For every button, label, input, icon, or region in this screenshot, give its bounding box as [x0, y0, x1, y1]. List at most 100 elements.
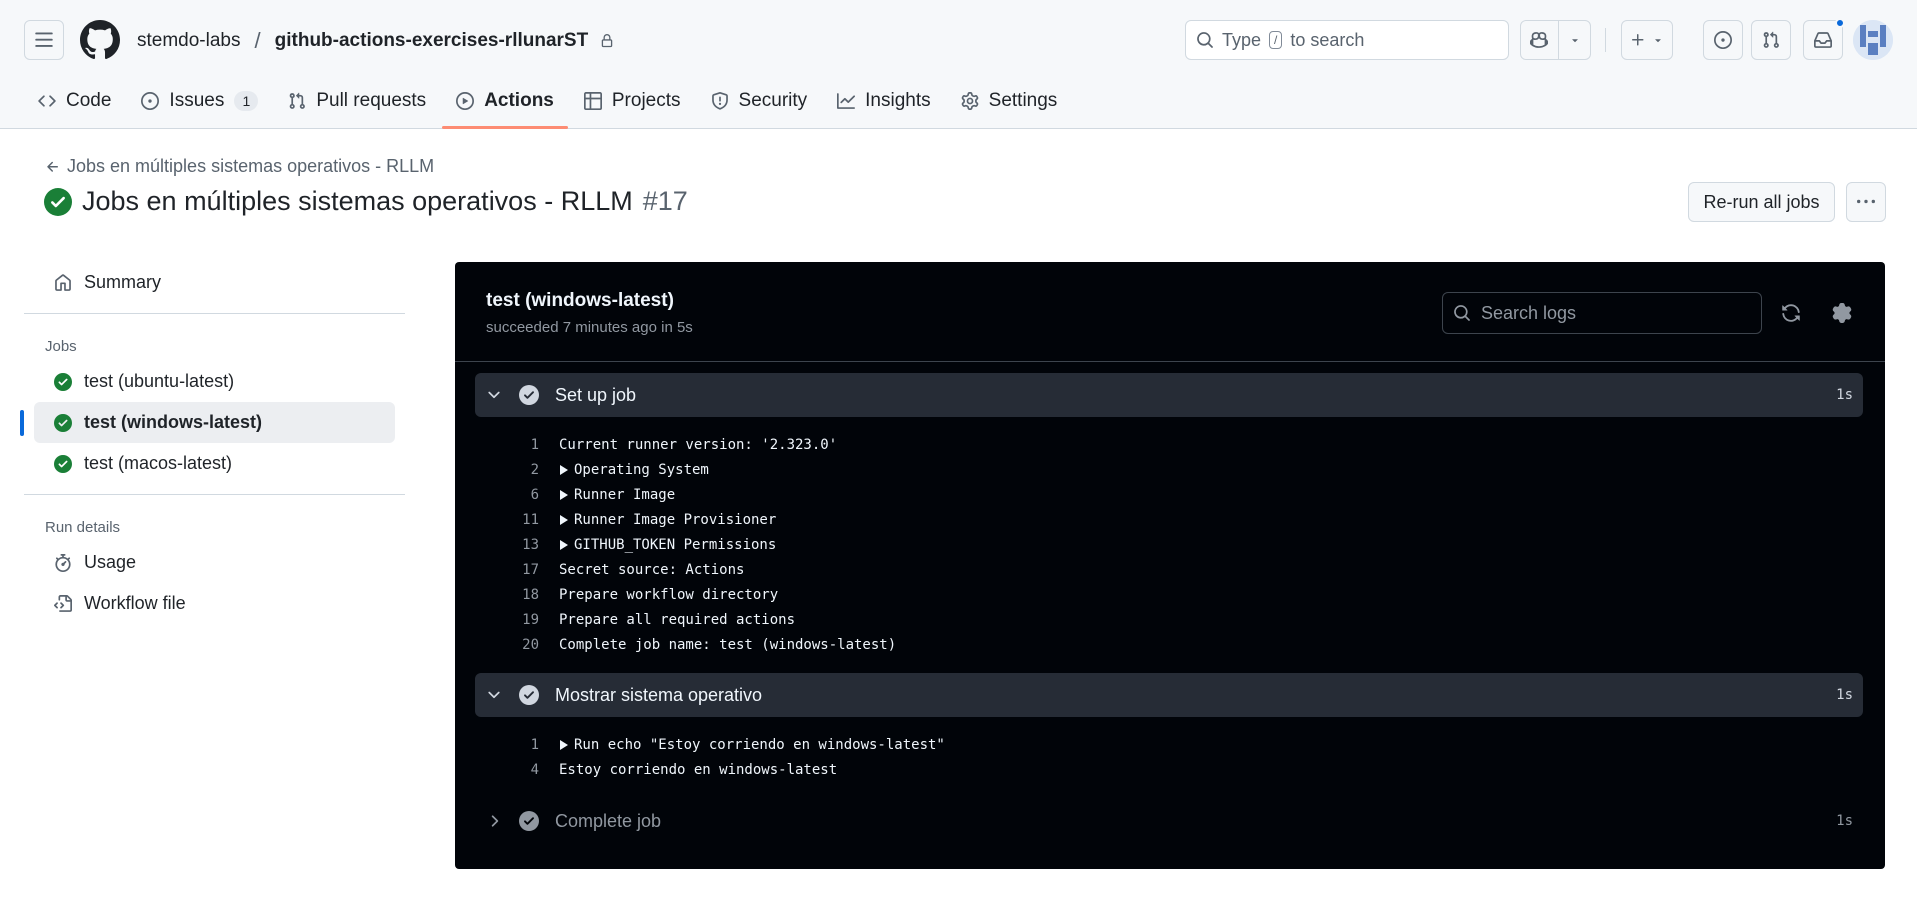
expand-triangle-icon[interactable]	[560, 739, 568, 750]
issue-icon	[141, 92, 160, 110]
issues-shortcut-button[interactable]	[1703, 20, 1743, 60]
sidebar-item-usage[interactable]: Usage	[34, 542, 395, 583]
app-header: stemdo-labs / github-actions-exercises-r…	[0, 0, 1917, 129]
repo-name-link[interactable]: github-actions-exercises-rllunarST	[275, 30, 589, 52]
line-number[interactable]: 1	[475, 737, 559, 753]
copilot-button[interactable]	[1520, 20, 1591, 60]
step-mostrar-sistema-operativo[interactable]: Mostrar sistema operativo 1s	[475, 673, 1863, 717]
line-number[interactable]: 2	[475, 462, 559, 478]
line-number[interactable]: 18	[475, 587, 559, 603]
sidebar-item-label: Summary	[84, 272, 162, 292]
log-line[interactable]: 13 GITHUB_TOKEN Permissions	[475, 532, 1863, 557]
log-line: 18 Prepare workflow directory	[475, 582, 1863, 607]
search-suffix-text: to search	[1290, 29, 1365, 50]
tab-label: Actions	[484, 90, 554, 111]
create-new-button[interactable]	[1621, 20, 1673, 60]
step-set-up-job[interactable]: Set up job 1s	[475, 373, 1863, 417]
line-number[interactable]: 13	[475, 537, 559, 553]
job-log-panel: test (windows-latest) succeeded 7 minute…	[455, 262, 1885, 869]
chevron-right-icon	[491, 815, 499, 827]
line-number[interactable]: 19	[475, 612, 559, 628]
github-logo-icon[interactable]	[80, 20, 120, 60]
refresh-logs-button[interactable]	[1778, 300, 1804, 326]
log-line[interactable]: 2 Operating System	[475, 457, 1863, 482]
step-name: Mostrar sistema operativo	[555, 685, 763, 705]
tab-label: Projects	[611, 90, 681, 111]
play-icon	[456, 92, 475, 110]
log-line[interactable]: 6 Runner Image	[475, 482, 1863, 507]
run-details-heading: Run details	[45, 519, 121, 536]
step-log-lines: 1 Run echo "Estoy corriendo en windows-la…	[475, 732, 1863, 782]
tab-pull-requests[interactable]: Pull requests	[274, 82, 440, 120]
log-line[interactable]: 11 Runner Image Provisioner	[475, 507, 1863, 532]
table-icon	[583, 92, 602, 110]
sidebar-item-summary[interactable]: Summary	[34, 262, 395, 303]
tab-projects[interactable]: Projects	[570, 82, 695, 120]
tab-issues[interactable]: Issues 1	[127, 82, 272, 120]
log-line: 17 Secret source: Actions	[475, 557, 1863, 582]
search-logs-input[interactable]: Search logs	[1442, 292, 1762, 334]
more-options-button[interactable]	[1846, 182, 1886, 222]
tab-security[interactable]: Security	[697, 82, 822, 120]
issue-opened-icon	[1714, 31, 1732, 49]
line-text: Complete job name: test (windows-latest)	[559, 636, 897, 653]
search-icon	[1454, 305, 1470, 321]
sidebar-job-macos[interactable]: test (macos-latest)	[34, 443, 395, 484]
global-search-input[interactable]: Type / to search	[1185, 20, 1509, 60]
step-name: Complete job	[555, 811, 662, 831]
line-text: Secret source: Actions	[559, 561, 745, 578]
repo-navigation: Code Issues 1 Pull requests Actions Proj…	[24, 82, 1071, 129]
line-text: Operating System	[574, 461, 709, 478]
jobs-heading: Jobs	[45, 338, 77, 355]
sidebar-divider	[24, 313, 405, 314]
line-number[interactable]: 6	[475, 487, 559, 503]
tab-code[interactable]: Code	[24, 82, 125, 120]
avatar[interactable]	[1853, 20, 1893, 60]
expand-triangle-icon[interactable]	[560, 514, 568, 525]
tab-actions[interactable]: Actions	[442, 82, 568, 129]
header-divider	[1605, 28, 1606, 52]
tab-insights[interactable]: Insights	[823, 82, 944, 120]
job-label: test (ubuntu-latest)	[84, 371, 235, 391]
run-number: #17	[642, 186, 688, 216]
line-number[interactable]: 17	[475, 562, 559, 578]
chevron-down-icon	[1655, 39, 1661, 43]
line-number[interactable]: 11	[475, 512, 559, 528]
copilot-icon	[1530, 32, 1548, 48]
expand-triangle-icon[interactable]	[560, 489, 568, 500]
run-name: Jobs en múltiples sistemas operativos - …	[82, 186, 633, 216]
check-circle-fill-icon	[44, 187, 72, 216]
code-icon	[38, 95, 56, 107]
issues-count-badge: 1	[234, 91, 259, 111]
step-complete-job[interactable]: Complete job 1s	[475, 799, 1863, 843]
expand-triangle-icon[interactable]	[560, 464, 568, 475]
open-menu-button[interactable]	[24, 20, 64, 60]
sidebar-job-ubuntu[interactable]: test (ubuntu-latest)	[34, 361, 395, 402]
expand-triangle-icon[interactable]	[560, 539, 568, 550]
tab-settings[interactable]: Settings	[947, 82, 1072, 120]
sidebar-job-windows[interactable]: test (windows-latest)	[20, 402, 395, 443]
lock-icon	[601, 34, 613, 48]
tab-label: Pull requests	[316, 90, 427, 111]
line-text: Run echo "Estoy corriendo en windows-lat…	[574, 736, 945, 753]
line-text: Current runner version: '2.323.0'	[559, 436, 838, 453]
line-text: Prepare all required actions	[559, 611, 796, 628]
log-line: 19 Prepare all required actions	[475, 607, 1863, 632]
log-settings-button[interactable]	[1829, 300, 1855, 326]
gear-icon	[1832, 303, 1852, 323]
check-circle-fill-icon	[519, 685, 539, 705]
line-number[interactable]: 20	[475, 637, 559, 653]
log-line[interactable]: 1 Run echo "Estoy corriendo en windows-la…	[475, 732, 1863, 757]
sync-icon	[1782, 304, 1800, 322]
repo-owner-link[interactable]: stemdo-labs	[137, 30, 241, 52]
step-name: Set up job	[555, 385, 637, 405]
line-number[interactable]: 1	[475, 437, 559, 453]
hamburger-icon	[35, 32, 53, 47]
line-number[interactable]: 4	[475, 762, 559, 778]
rerun-all-jobs-button[interactable]: Re-run all jobs	[1688, 182, 1835, 222]
back-to-workflow-link[interactable]: Jobs en múltiples sistemas operativos - …	[45, 156, 434, 177]
chevron-down-icon	[488, 691, 500, 699]
sidebar-item-workflow-file[interactable]: Workflow file	[34, 583, 395, 624]
check-circle-fill-icon	[54, 454, 72, 473]
pull-requests-shortcut-button[interactable]	[1751, 20, 1791, 60]
